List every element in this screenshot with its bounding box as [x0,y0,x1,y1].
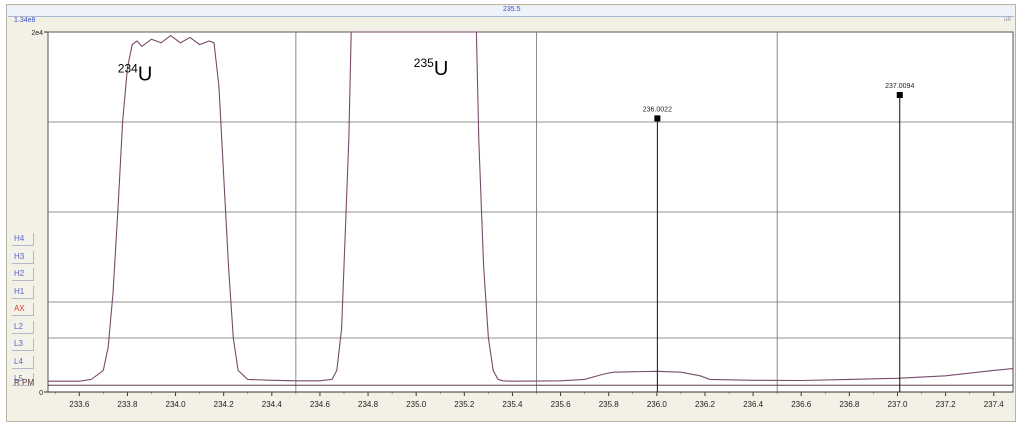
x-tick-label: 233.6 [69,400,90,409]
isotope-mass-superscript: 235 [414,56,434,70]
y-tick-label: 2e4 [31,30,43,37]
x-tick-label: 233.8 [117,400,138,409]
isotope-mass-superscript: 234 [118,62,138,76]
x-tick-label: 234.8 [358,400,379,409]
x-tick-label: 236.4 [743,400,764,409]
peak-marker-square [896,92,903,98]
peak-marker-label: 237.0094 [885,83,914,90]
peak-marker-square [654,115,661,122]
x-tick-label: 234.4 [262,400,283,409]
isotope-symbol: U [138,64,152,86]
x-tick-label: 237.4 [984,400,1005,409]
x-tick-label: 235.6 [551,400,572,409]
x-tick-label: 235.4 [502,400,523,409]
x-tick-label: 236.6 [791,400,812,409]
mass-scan-chart[interactable]: 233.6 233.8 234.0 234.2 234.4 234.6 234.8 235.0… [0,0,1024,426]
x-tick-label: 236.2 [695,400,716,409]
x-tick-label: 234.0 [166,400,187,409]
x-tick-label: 235.2 [454,400,475,409]
x-tick-label: 237.2 [936,400,957,409]
x-tick-label: 234.6 [310,400,331,409]
isotope-symbol: U [434,58,448,80]
x-tick-label: 235.8 [599,400,620,409]
x-tick-label: 234.2 [214,400,235,409]
y-tick-label: 0 [39,390,43,397]
x-tick-label: 237.0 [887,400,908,409]
x-tick-label: 236.8 [839,400,860,409]
x-tick-label: 235.0 [406,400,427,409]
x-tick-label: 236.0 [647,400,668,409]
peak-marker-label: 236.0022 [643,106,672,113]
